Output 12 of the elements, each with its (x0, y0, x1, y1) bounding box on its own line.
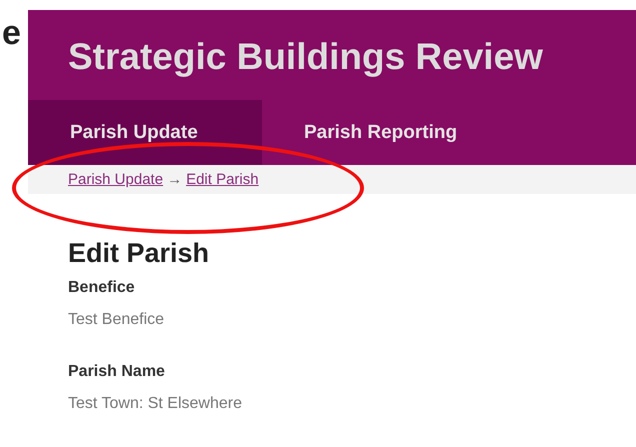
nav-tab[interactable]: Parish Reporting (262, 100, 498, 165)
site-title: Strategic Buildings Review (67, 35, 544, 79)
breadcrumb-separator: → (167, 171, 182, 188)
field-label: Benefice (68, 279, 136, 297)
breadcrumb-link[interactable]: Parish Update (68, 171, 164, 188)
cut-off-text: e (2, 16, 22, 50)
field-label: Parish Name (68, 363, 166, 381)
nav-tab[interactable]: Parish Update (28, 100, 262, 165)
page-heading: Edit Parish (68, 238, 210, 269)
breadcrumb-link[interactable]: Edit Parish (186, 171, 259, 188)
field-value: Test Town: St Elsewhere (68, 395, 244, 413)
field-value: Test Benefice (68, 311, 166, 329)
